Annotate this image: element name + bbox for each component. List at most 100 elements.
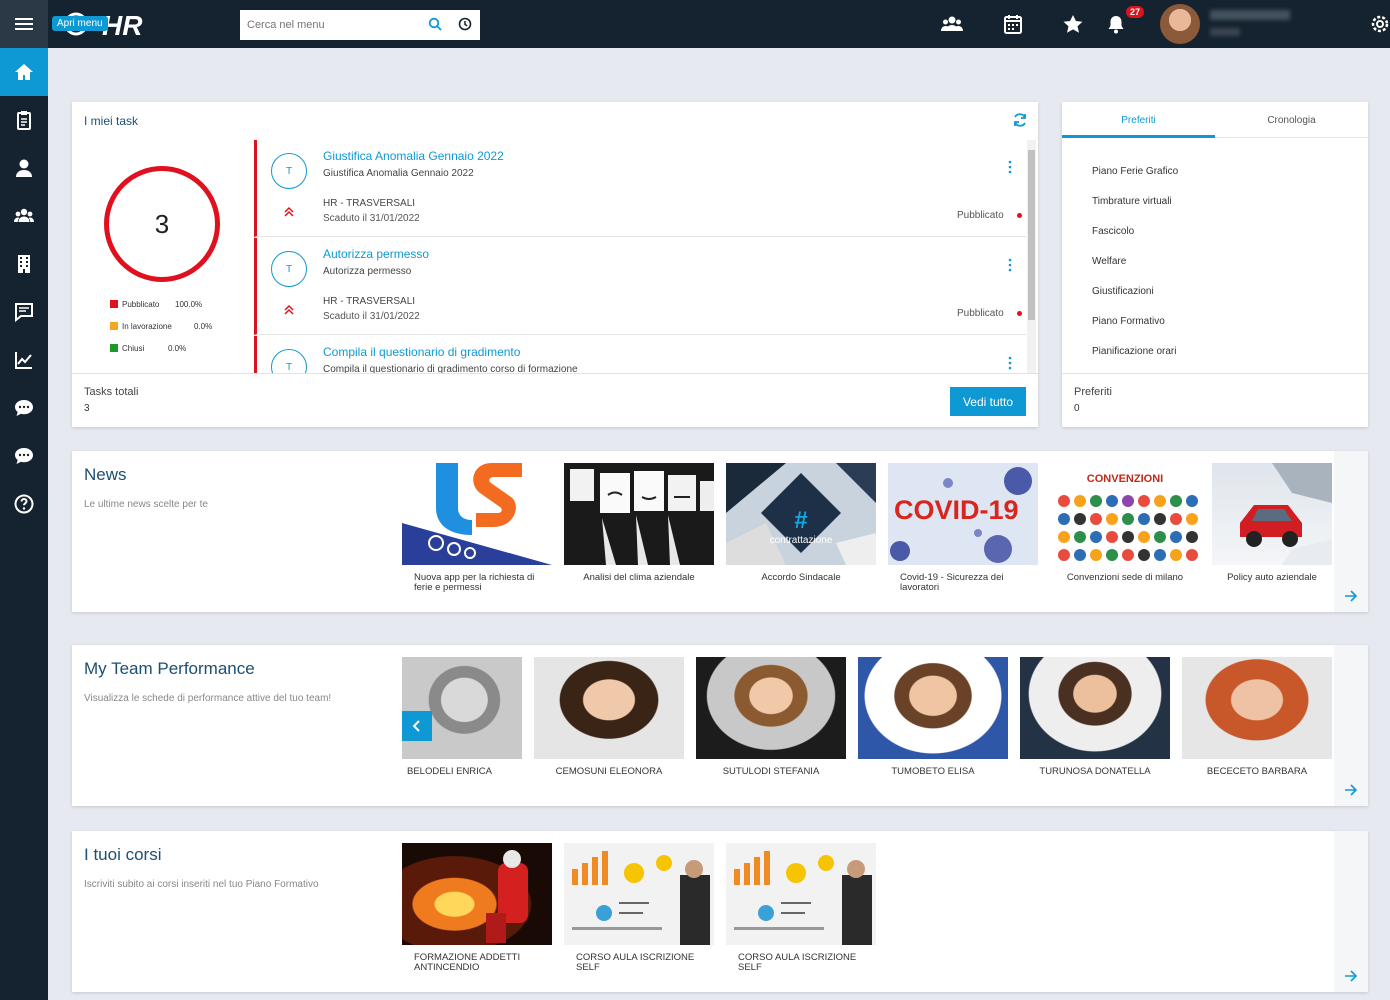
settings-gear-icon[interactable] <box>1370 14 1390 34</box>
arrow-right-icon[interactable] <box>1344 589 1358 603</box>
view-all-button[interactable]: Vedi tutto <box>950 387 1026 416</box>
favorite-item[interactable]: Welfare <box>1092 256 1126 267</box>
kebab-menu-icon[interactable] <box>1008 258 1012 272</box>
courses-title: I tuoi corsi <box>84 845 162 864</box>
search-icon[interactable] <box>428 17 442 31</box>
team-section: My Team Performance Visualizza le schede… <box>72 645 1368 806</box>
legend-closed: Chiusi 0.0% <box>110 344 186 353</box>
news-item[interactable]: COVID-19 Covid-19 - Sicurezza dei lavora… <box>888 463 1038 593</box>
courses-scroll-column <box>1334 831 1368 992</box>
refresh-icon[interactable] <box>1012 112 1028 128</box>
member-photo <box>1182 657 1332 759</box>
sidebar-item-performance[interactable] <box>0 336 48 384</box>
team-member[interactable]: BECECETO BARBARA <box>1182 657 1332 777</box>
priority-high-icon <box>284 206 294 217</box>
favorite-item[interactable]: Fascicolo <box>1092 226 1134 237</box>
favorites-card: Preferiti Cronologia Piano Ferie Grafico… <box>1062 102 1368 427</box>
sidebar-item-chat[interactable] <box>0 432 48 480</box>
legend-swatch <box>110 322 118 330</box>
carousel-prev-button[interactable] <box>402 711 432 741</box>
member-name: CEMOSUNI ELEONORA <box>555 766 663 777</box>
task-avatar: T <box>271 251 307 287</box>
tab-history[interactable]: Cronologia <box>1215 102 1368 138</box>
task-name[interactable]: Compila il questionario di gradimento <box>323 345 520 359</box>
star-icon[interactable] <box>1062 14 1084 34</box>
sidebar-item-home[interactable] <box>0 48 48 96</box>
favorites-footer: Preferiti 0 <box>1062 373 1368 427</box>
news-item[interactable]: CONVENZIONI Convenzioni sede di milano <box>1050 463 1200 583</box>
news-caption: Accordo Sindacale <box>761 572 841 583</box>
user-avatar[interactable] <box>1160 4 1200 44</box>
team-icon[interactable] <box>941 14 963 34</box>
hamburger-icon <box>15 15 33 33</box>
news-item[interactable]: Policy auto aziendale <box>1212 463 1332 583</box>
favorites-tabs: Preferiti Cronologia <box>1062 102 1368 138</box>
task-name[interactable]: Giustifica Anomalia Gennaio 2022 <box>323 149 504 163</box>
sidebar-item-feedback[interactable] <box>0 288 48 336</box>
member-name: BECECETO BARBARA <box>1206 766 1308 777</box>
top-bar: Apri menu HR 27 <box>0 0 1390 48</box>
search-input[interactable] <box>240 10 420 40</box>
team-member[interactable]: SUTULODI STEFANIA <box>696 657 846 777</box>
news-image: COVID-19 <box>888 463 1038 565</box>
favorite-item[interactable]: Piano Ferie Grafico <box>1092 166 1178 177</box>
task-item[interactable]: T Compila il questionario di gradimento … <box>254 336 1026 373</box>
scrollbar-thumb[interactable] <box>1028 150 1035 320</box>
favorite-item[interactable]: Pianificazione orari <box>1092 346 1177 357</box>
task-scrollbar[interactable] <box>1027 140 1036 373</box>
team-member[interactable]: CEMOSUNI ELEONORA <box>534 657 684 777</box>
arrow-right-icon[interactable] <box>1344 783 1358 797</box>
course-image <box>726 843 876 945</box>
kebab-menu-icon[interactable] <box>1008 356 1012 370</box>
course-item[interactable]: FORMAZIONE ADDETTI ANTINCENDIO <box>402 843 552 973</box>
sidebar <box>0 48 48 1000</box>
sidebar-item-tasks[interactable] <box>0 96 48 144</box>
news-image <box>1212 463 1332 565</box>
tab-favorites[interactable]: Preferiti <box>1062 102 1215 138</box>
chat-alt-icon <box>15 448 33 464</box>
menu-search <box>240 10 480 40</box>
team-member[interactable]: TURUNOSA DONATELLA <box>1020 657 1170 777</box>
course-item[interactable]: CORSO AULA ISCRIZIONE SELF <box>726 843 876 973</box>
news-subtitle: Le ultime news scelte per te <box>84 499 208 510</box>
history-icon[interactable] <box>458 17 472 31</box>
sidebar-item-company[interactable] <box>0 240 48 288</box>
kebab-menu-icon[interactable] <box>1008 160 1012 174</box>
favorite-item[interactable]: Piano Formativo <box>1092 316 1165 327</box>
news-image: contrattazione # <box>726 463 876 565</box>
news-item[interactable]: contrattazione # Accordo Sindacale <box>726 463 876 583</box>
tasks-total-label: Tasks totali <box>84 386 139 398</box>
tasks-card: I miei task 3 Pubblicato 100.0% In lavor… <box>72 102 1038 427</box>
users-icon <box>14 208 34 222</box>
task-due: Scaduto il 31/01/2022 <box>323 213 420 224</box>
course-item[interactable]: CORSO AULA ISCRIZIONE SELF <box>564 843 714 973</box>
task-due: Scaduto il 31/01/2022 <box>323 311 420 322</box>
menu-button[interactable] <box>0 0 48 48</box>
member-photo <box>858 657 1008 759</box>
calendar-icon[interactable] <box>1002 14 1024 34</box>
member-name: BELODELI ENRICA <box>407 766 492 777</box>
task-avatar: T <box>271 153 307 189</box>
task-name[interactable]: Autorizza permesso <box>323 247 429 261</box>
bell-icon[interactable] <box>1105 14 1127 34</box>
team-title: My Team Performance <box>84 659 255 678</box>
favorite-item[interactable]: Timbrature virtuali <box>1092 196 1172 207</box>
team-member[interactable]: TUMOBETO ELISA <box>858 657 1008 777</box>
sidebar-item-team[interactable] <box>0 192 48 240</box>
sidebar-item-messages[interactable] <box>0 384 48 432</box>
courses-section: I tuoi corsi Iscriviti subito ai corsi i… <box>72 831 1368 992</box>
task-item[interactable]: T Autorizza permesso Autorizza permesso … <box>254 238 1026 335</box>
sidebar-item-help[interactable] <box>0 480 48 528</box>
user-icon <box>16 159 32 177</box>
member-photo <box>1020 657 1170 759</box>
app-logo: HR <box>102 10 143 41</box>
clipboard-icon <box>17 111 31 130</box>
notifications-badge: 27 <box>1126 6 1145 18</box>
news-item[interactable]: Analisi del clima aziendale <box>564 463 714 583</box>
task-item[interactable]: T Giustifica Anomalia Gennaio 2022 Giust… <box>254 140 1026 237</box>
favorite-item[interactable]: Giustificazioni <box>1092 286 1154 297</box>
sidebar-item-profile[interactable] <box>0 144 48 192</box>
arrow-right-icon[interactable] <box>1344 969 1358 983</box>
courses-subtitle: Iscriviti subito ai corsi inseriti nel t… <box>84 879 319 890</box>
news-item[interactable]: Nuova app per la richiesta di ferie e pe… <box>402 463 552 593</box>
